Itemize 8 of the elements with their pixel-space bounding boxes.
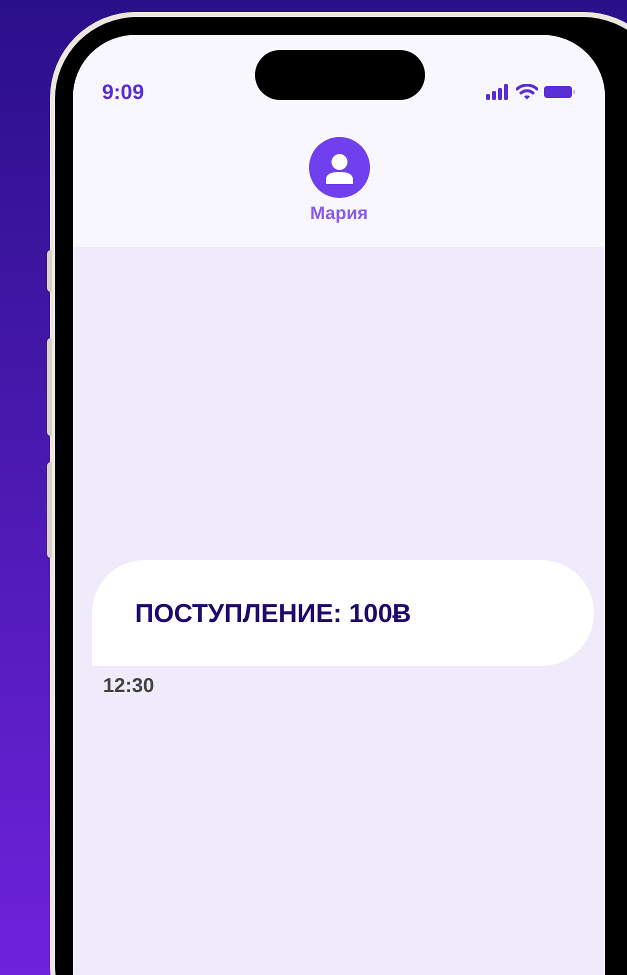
contact-name: Мария	[310, 204, 368, 222]
message-text: ПОСТУПЛЕНИЕ: 100Ƀ	[135, 600, 412, 626]
status-time: 9:09	[102, 82, 144, 102]
battery-icon	[544, 85, 576, 99]
avatar-icon	[308, 137, 370, 198]
wifi-icon	[516, 84, 538, 100]
signal-icon	[486, 84, 510, 100]
message-time: 12:30	[103, 676, 154, 696]
